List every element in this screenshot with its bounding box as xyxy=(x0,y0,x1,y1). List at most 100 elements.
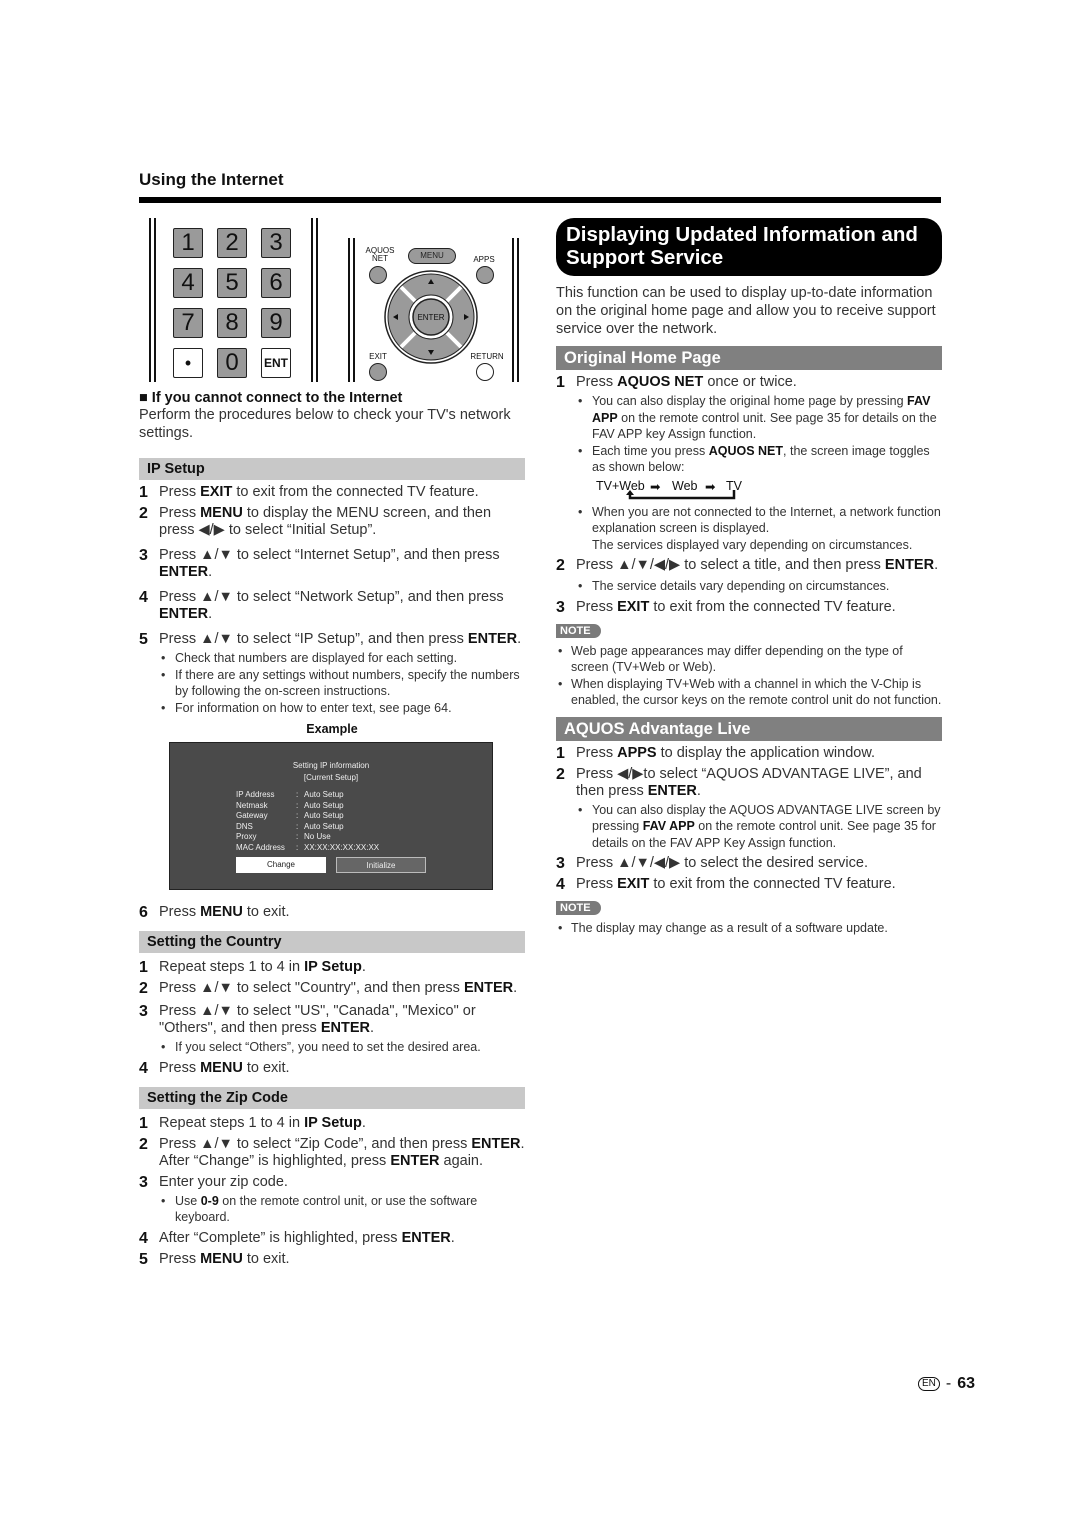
initialize-button[interactable]: Initialize xyxy=(336,857,426,873)
screen-row: Gateway: Auto Setup xyxy=(236,811,344,820)
toggle-diagram: TV+Web ➡ Web ➡ TV xyxy=(576,476,942,502)
step: 4 Press EXIT to exit from the connected T… xyxy=(556,876,896,893)
key-7: 7 xyxy=(173,308,203,338)
change-button[interactable]: Change xyxy=(236,857,326,873)
screen-row: Netmask: Auto Setup xyxy=(236,800,344,810)
step: 2 Press ◀/▶to select “AQUOS ADVANTAGE LIV… xyxy=(556,765,922,799)
step-number: 1 xyxy=(139,484,148,501)
header-rule xyxy=(139,197,941,203)
key-1: 1 xyxy=(173,228,203,258)
bullet-item: Check that numbers are displayed for eac… xyxy=(159,650,525,667)
step: 2 Press MENU to display the MENU screen, … xyxy=(139,505,492,538)
step: 4 After “Complete” is highlighted, press … xyxy=(139,1229,455,1247)
step-number: 3 xyxy=(556,855,565,872)
bullet-item: You can also display the AQUOS ADVANTAGE… xyxy=(576,802,942,852)
country-bar: Setting the Country xyxy=(139,931,525,953)
exit-button-icon xyxy=(369,363,387,381)
remote-illustration: 1 2 3 4 5 6 7 8 9 • 0 ENT AQUOS NET MENU… xyxy=(139,218,525,386)
step-number: 4 xyxy=(139,1229,148,1247)
ip-setup-bar: IP Setup xyxy=(139,458,525,480)
step: 3 Enter your zip code. xyxy=(139,1173,288,1191)
ip-info-screen: Setting IP information [Current Setup] I… xyxy=(169,742,493,890)
step-number: 3 xyxy=(556,598,565,616)
cannot-connect-text: Perform the procedures below to check yo… xyxy=(139,407,511,441)
aquos-advantage-live-bar: AQUOS Advantage Live xyxy=(556,716,942,741)
step-number: 3 xyxy=(139,1173,148,1191)
advantage-notes: The display may change as a result of a … xyxy=(556,920,942,937)
step-number: 1 xyxy=(556,744,565,762)
screen-title: Setting IP information xyxy=(292,761,370,770)
bullet-item: You can also display the original home p… xyxy=(576,393,942,443)
home-bullets: You can also display the original home p… xyxy=(576,393,942,476)
step: 1 Press EXIT to exit from the connected T… xyxy=(139,484,479,501)
remote-edge xyxy=(311,218,313,382)
enter-label: ENTER xyxy=(417,313,444,322)
bullet-item: The service details vary depending on ci… xyxy=(576,578,942,595)
note-item: The display may change as a result of a … xyxy=(556,920,942,937)
section-title: Using the Internet xyxy=(139,170,284,189)
key-8: 8 xyxy=(217,308,247,338)
screen-row: IP Address: Auto Setup xyxy=(236,790,344,799)
step: 3 Press ▲/▼ to select “Internet Setup”, a… xyxy=(139,547,500,580)
step-number: 5 xyxy=(139,631,148,648)
bullet-item: When you are not connected to the Intern… xyxy=(576,504,942,554)
step: 1 Press APPS to display the application w… xyxy=(556,744,876,762)
step-number: 2 xyxy=(139,505,148,522)
zip-bar: Setting the Zip Code xyxy=(139,1086,525,1109)
apps-label: APPS xyxy=(473,255,495,264)
dpad-icon: ENTER xyxy=(384,270,478,364)
step-number: 2 xyxy=(139,1135,148,1153)
bullet-item: If you select “Others”, you need to set … xyxy=(159,1039,525,1056)
step: 6 Press MENU to exit. xyxy=(139,904,290,921)
step: 2 Press ▲/▼ to select "Country", and then… xyxy=(139,980,518,997)
remote-edge xyxy=(149,218,151,382)
page-number: EN - 63 xyxy=(917,1375,975,1393)
bullet-item: If there are any settings without number… xyxy=(159,667,525,700)
page-number-value: 63 xyxy=(957,1375,975,1392)
step: 4 Press MENU to exit. xyxy=(139,1059,290,1077)
bullet-item: For information on how to enter text, se… xyxy=(159,700,525,717)
step: 5 Press ▲/▼ to select “IP Setup”, and the… xyxy=(139,631,522,648)
remote-edge xyxy=(348,238,350,382)
remote-edge xyxy=(154,218,156,382)
step-number: 1 xyxy=(139,1114,148,1132)
key-0: 0 xyxy=(217,348,247,378)
step-number: 1 xyxy=(556,374,565,391)
intro-text: This function can be used to display up-… xyxy=(556,285,936,337)
original-home-page-bar: Original Home Page xyxy=(556,346,942,370)
aquos-net-label: AQUOS NET xyxy=(365,246,395,263)
advantage-bullets: You can also display the AQUOS ADVANTAGE… xyxy=(576,802,942,852)
ip-setup-bullets: Check that numbers are displayed for eac… xyxy=(159,650,525,716)
step: 5 Press MENU to exit. xyxy=(139,1250,290,1268)
key-2: 2 xyxy=(217,228,247,258)
right-column: Displaying Updated Information and Suppo… xyxy=(556,218,942,937)
step: 3 Press ▲/▼ to select "US", "Canada", "Me… xyxy=(139,1003,476,1036)
step-number: 3 xyxy=(139,547,148,564)
screen-row: DNS: Auto Setup xyxy=(236,821,344,831)
page-separator: - xyxy=(945,1375,952,1392)
key-6: 6 xyxy=(261,268,291,298)
language-badge-icon: EN xyxy=(917,1377,940,1391)
step-number: 2 xyxy=(139,980,148,997)
square-bullet-icon: ■ xyxy=(139,390,148,406)
key-5: 5 xyxy=(217,268,247,298)
note-item: Web page appearances may differ dependin… xyxy=(556,643,942,676)
step-number: 3 xyxy=(139,1003,148,1020)
cannot-connect-title: If you cannot connect to the Internet xyxy=(151,390,403,406)
note-badge: NOTE xyxy=(556,901,601,915)
remote-edge xyxy=(316,218,318,382)
remote-edge xyxy=(517,238,519,382)
cannot-connect-block: ■ If you cannot connect to the Internet … xyxy=(139,390,525,442)
key-ent: ENT xyxy=(261,348,291,378)
example-label: Example xyxy=(306,722,358,736)
step: 2 Press ▲/▼ to select “Zip Code”, and the… xyxy=(139,1135,525,1169)
key-9: 9 xyxy=(261,308,291,338)
step: 4 Press ▲/▼ to select “Network Setup”, an… xyxy=(139,589,504,622)
exit-label: EXIT xyxy=(369,352,387,361)
step: 1 Press AQUOS NET once or twice. xyxy=(556,374,797,391)
step: 1 Repeat steps 1 to 4 in IP Setup. xyxy=(139,1114,366,1132)
screen-row: Proxy: No Use xyxy=(236,832,331,841)
ip-setup-steps: 1 Press EXIT to exit from the connected T… xyxy=(139,484,525,716)
remote-edge xyxy=(353,238,355,382)
step: 2 Press ▲/▼/◀/▶ to select a title, and th… xyxy=(556,557,939,574)
